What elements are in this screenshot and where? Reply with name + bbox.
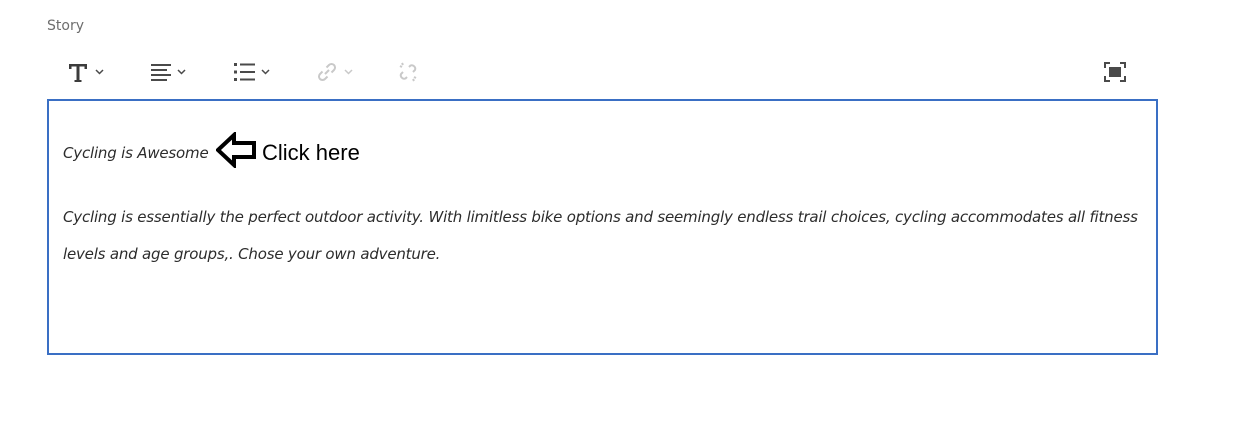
bulleted-list-icon — [234, 62, 255, 82]
story-paragraph[interactable]: Cycling is essentially the perfect outdo… — [63, 199, 1148, 273]
fullscreen-button[interactable] — [1104, 52, 1126, 92]
unlink-icon — [397, 61, 419, 83]
fullscreen-icon — [1104, 62, 1126, 82]
text-format-icon — [67, 61, 89, 83]
chevron-down-icon — [177, 69, 186, 75]
story-title-text[interactable]: Cycling is Awesome — [63, 144, 209, 162]
chevron-down-icon — [261, 69, 270, 75]
arrow-left-icon — [215, 130, 256, 173]
annotation-label: Click here — [262, 139, 360, 165]
chevron-down-icon — [344, 69, 353, 75]
link-button[interactable] — [316, 52, 353, 92]
story-editor[interactable]: Cycling is Awesome Cycling is essentiall… — [47, 99, 1158, 355]
rich-text-toolbar — [47, 52, 1158, 92]
chevron-down-icon — [95, 69, 104, 75]
click-here-annotation: Click here — [215, 130, 360, 173]
unlink-button[interactable] — [397, 52, 419, 92]
text-style-button[interactable] — [67, 52, 104, 92]
alignment-button[interactable] — [151, 52, 186, 92]
align-left-icon — [151, 62, 171, 82]
link-icon — [316, 61, 338, 83]
list-button[interactable] — [234, 52, 270, 92]
story-field-label: Story — [47, 18, 84, 34]
